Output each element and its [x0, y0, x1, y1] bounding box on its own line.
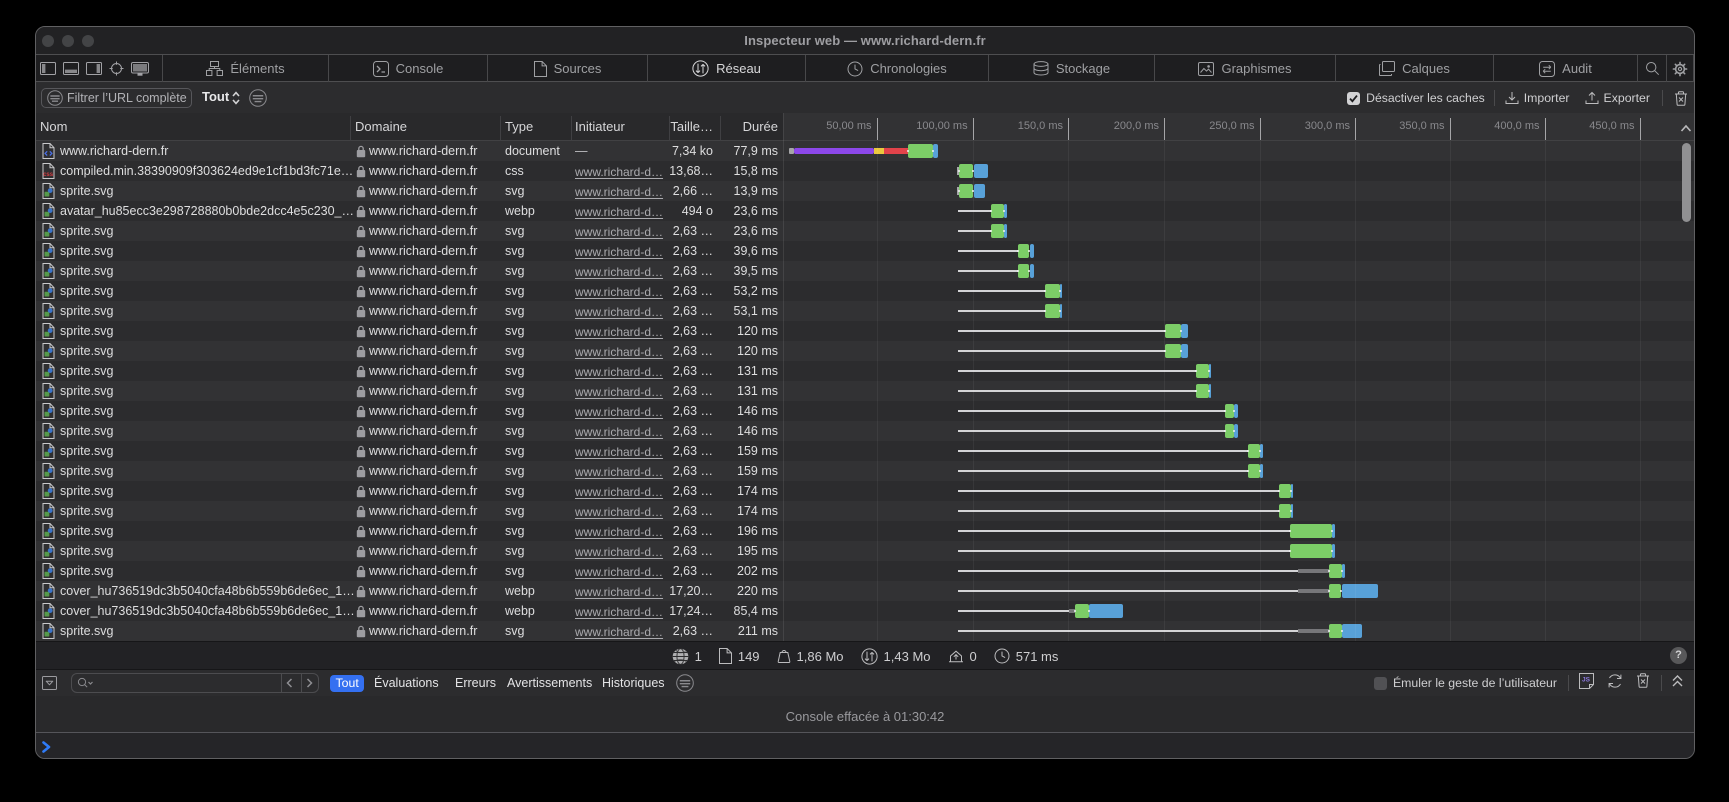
- svg-text:JS: JS: [1582, 676, 1591, 683]
- svg-text:css: css: [43, 172, 54, 178]
